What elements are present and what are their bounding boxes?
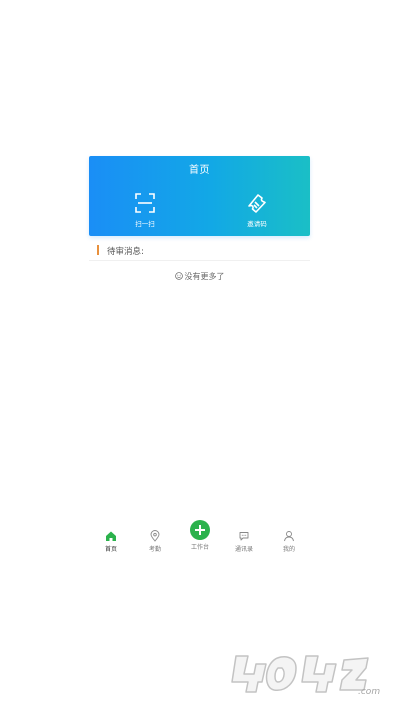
- user-icon: [284, 531, 294, 542]
- tab-workbench[interactable]: 工作台: [182, 520, 218, 551]
- section-accent-bar: [97, 245, 99, 255]
- tab-mine[interactable]: 我的: [271, 530, 307, 553]
- tab-home-label: 首页: [104, 546, 117, 553]
- scan-button[interactable]: 扫一扫: [115, 192, 175, 228]
- empty-state-text: 没有更多了: [184, 272, 225, 281]
- tab-attendance[interactable]: 考勤: [137, 530, 173, 553]
- pending-messages-section: 待审消息:: [89, 242, 310, 261]
- tab-contacts-label: 通讯录: [234, 546, 253, 553]
- bottom-tab-bar: 首页 考勤 工作台 通讯录 我的: [89, 520, 310, 560]
- tab-workbench-label: 工作台: [190, 544, 209, 551]
- tab-contacts[interactable]: 通讯录: [226, 530, 262, 553]
- page-title: 首页: [189, 165, 210, 176]
- plus-circle-icon: [190, 520, 210, 540]
- chat-bubble-icon: [239, 532, 249, 541]
- ticket-icon: [248, 194, 266, 213]
- invite-code-button[interactable]: 邀请码: [227, 192, 287, 228]
- tab-attendance-label: 考勤: [148, 546, 161, 553]
- location-pin-icon: [150, 530, 160, 542]
- pending-messages-label: 待审消息:: [107, 247, 144, 257]
- app-screen: 首页 扫一扫 邀请码 待审消息: 没有更多了 首页 考勤 工作台 通讯录 我的 …: [0, 0, 400, 710]
- home-header: 首页 扫一扫 邀请码: [89, 156, 310, 236]
- empty-state: 没有更多了: [89, 271, 310, 282]
- site-watermark-logo: .com: [231, 655, 380, 697]
- invite-code-label: 邀请码: [247, 220, 267, 228]
- smile-icon: [174, 272, 183, 280]
- tab-home[interactable]: 首页: [93, 530, 129, 553]
- home-icon: [106, 531, 116, 541]
- svg-text:.com: .com: [358, 687, 380, 697]
- scan-icon: [135, 193, 155, 213]
- scan-label: 扫一扫: [135, 220, 155, 228]
- tab-mine-label: 我的: [282, 546, 295, 553]
